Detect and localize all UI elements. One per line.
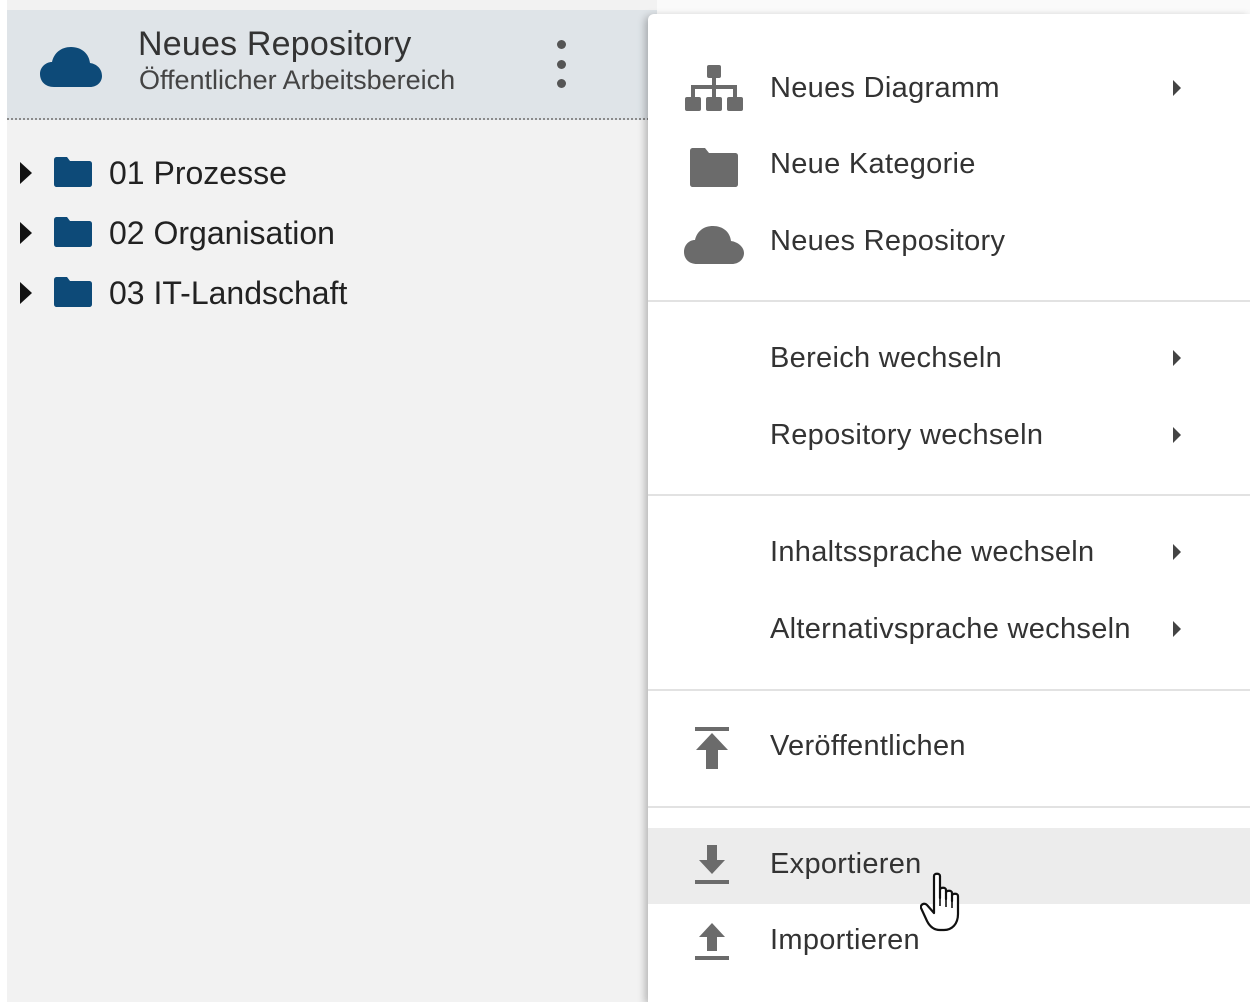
expand-arrow-icon[interactable] <box>20 282 32 304</box>
tree-item-it-landschaft[interactable]: 03 IT-Landschaft <box>7 263 647 323</box>
tree-item-label: 01 Prozesse <box>109 155 287 191</box>
menu-divider <box>648 806 1250 808</box>
menu-item-label: Exportieren <box>770 848 922 880</box>
folder-icon <box>54 217 92 247</box>
menu-item-neues-repository[interactable]: Neues Repository <box>648 205 1250 281</box>
menu-item-label: Repository wechseln <box>770 419 1044 451</box>
submenu-arrow-icon <box>1173 621 1181 637</box>
cloud-icon <box>684 226 744 264</box>
menu-divider <box>648 300 1250 302</box>
menu-item-label: Neue Kategorie <box>770 148 976 180</box>
context-menu: Neues Diagramm Neue Kategorie Neues Repo… <box>648 14 1250 1002</box>
repository-subtitle: Öffentlicher Arbeitsbereich <box>139 65 456 95</box>
menu-item-label: Bereich wechseln <box>770 342 1003 374</box>
repository-header[interactable]: Neues Repository Öffentlicher Arbeitsber… <box>7 10 657 120</box>
menu-item-exportieren[interactable]: Exportieren <box>648 828 1250 904</box>
menu-item-label: Alternativsprache wechseln <box>770 613 1131 645</box>
tree-item-prozesse[interactable]: 01 Prozesse <box>7 143 647 203</box>
menu-item-repository-wechseln[interactable]: Repository wechseln <box>648 399 1250 475</box>
upload-icon <box>695 923 729 960</box>
submenu-arrow-icon <box>1173 427 1181 443</box>
more-vertical-icon[interactable] <box>550 40 572 88</box>
menu-item-neues-diagramm[interactable]: Neues Diagramm <box>648 52 1250 128</box>
menu-item-label: Importieren <box>770 924 920 956</box>
tree-item-label: 03 IT-Landschaft <box>109 275 348 311</box>
cloud-icon <box>40 47 102 87</box>
menu-item-inhaltssprache-wechseln[interactable]: Inhaltssprache wechseln <box>648 516 1250 592</box>
submenu-arrow-icon <box>1173 350 1181 366</box>
expand-arrow-icon[interactable] <box>20 222 32 244</box>
submenu-arrow-icon <box>1173 80 1181 96</box>
menu-item-bereich-wechseln[interactable]: Bereich wechseln <box>648 322 1250 398</box>
folder-icon <box>54 277 92 307</box>
repository-panel: Neues Repository Öffentlicher Arbeitsber… <box>7 0 657 1002</box>
menu-divider <box>648 494 1250 496</box>
menu-item-alternativsprache-wechseln[interactable]: Alternativsprache wechseln <box>648 593 1250 669</box>
download-icon <box>695 845 729 884</box>
menu-item-label: Veröffentlichen <box>770 730 966 762</box>
folder-icon <box>54 157 92 187</box>
menu-item-neue-kategorie[interactable]: Neue Kategorie <box>648 128 1250 204</box>
tree-item-label: 02 Organisation <box>109 215 335 251</box>
menu-item-importieren[interactable]: Importieren <box>648 904 1250 980</box>
menu-divider <box>648 689 1250 691</box>
publish-icon <box>695 727 729 769</box>
menu-item-veroeffentlichen[interactable]: Veröffentlichen <box>648 710 1250 786</box>
tree-item-organisation[interactable]: 02 Organisation <box>7 203 647 263</box>
folder-icon <box>690 148 738 187</box>
hierarchy-icon <box>685 65 743 111</box>
repository-title: Neues Repository <box>138 25 412 63</box>
expand-arrow-icon[interactable] <box>20 162 32 184</box>
menu-item-label: Inhaltssprache wechseln <box>770 536 1095 568</box>
menu-item-label: Neues Repository <box>770 225 1006 257</box>
repository-tree: 01 Prozesse 02 Organisation 03 IT-Landsc… <box>7 143 647 323</box>
menu-item-label: Neues Diagramm <box>770 72 1000 104</box>
submenu-arrow-icon <box>1173 544 1181 560</box>
background-canvas <box>657 0 1250 14</box>
